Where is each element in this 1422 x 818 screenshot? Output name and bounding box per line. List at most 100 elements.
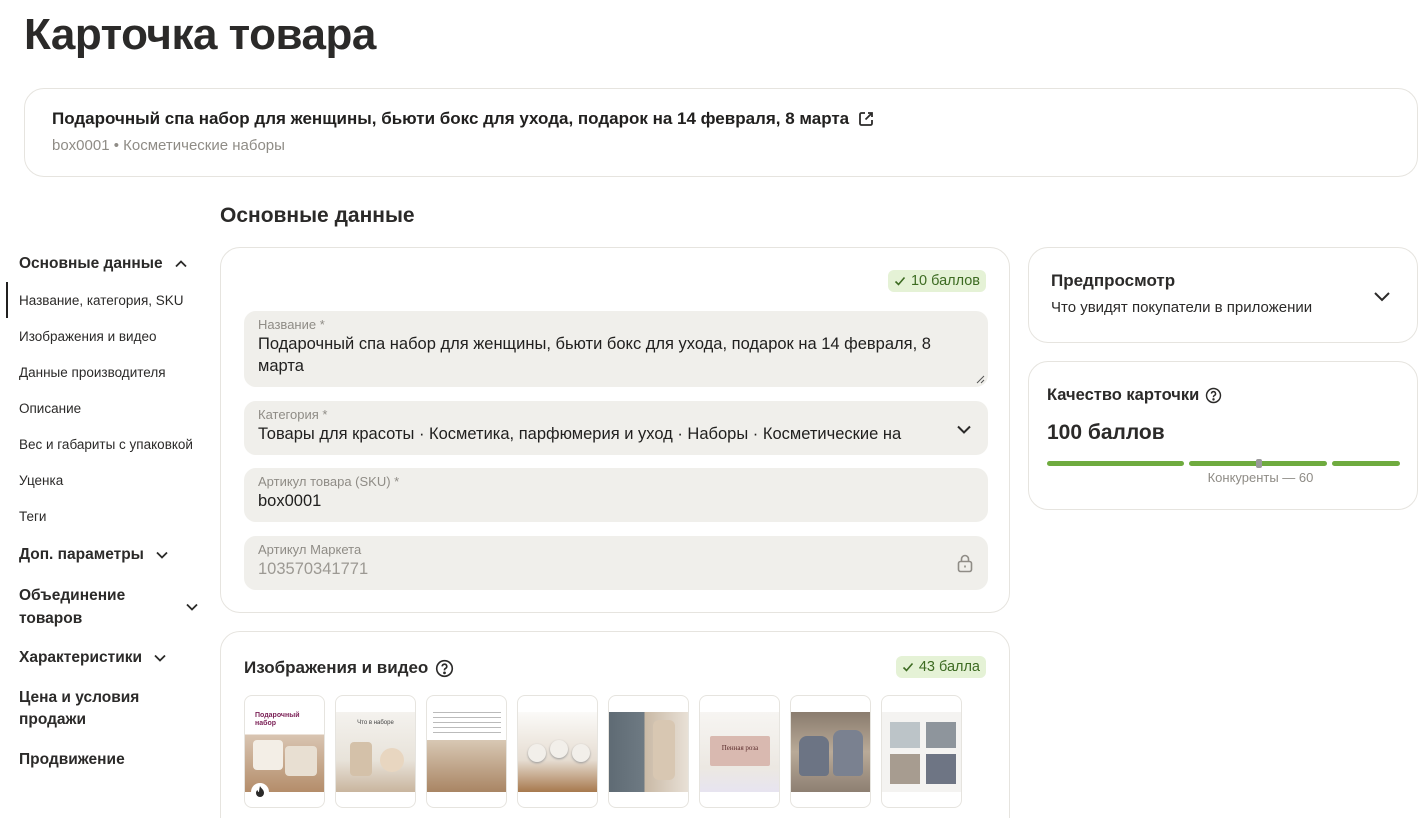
collage-tile: [926, 722, 956, 748]
media-card-title: Изображения и видео: [244, 658, 429, 677]
ball-shape: [572, 744, 590, 762]
media-card: Изображения и видео 43 балла Подарочный …: [220, 631, 1010, 818]
nav-group-extra-params[interactable]: Доп. параметры: [6, 534, 206, 576]
sku-field-label: Артикул товара (SKU) *: [258, 474, 400, 489]
competitors-marker: [1256, 459, 1262, 468]
nav-group-basic-data[interactable]: Основные данные: [6, 246, 206, 282]
soap-label: Пенная роза: [721, 744, 759, 752]
competitors-label: Конкуренты — 60: [1207, 470, 1314, 485]
quality-title: Качество карточки: [1047, 386, 1200, 404]
market-sku-field-value: 103570341771: [258, 560, 369, 578]
salt-jar-photo-icon: [609, 712, 688, 792]
nav-group-label[interactable]: Доп. параметры: [19, 546, 144, 564]
collage-tile: [890, 754, 920, 784]
thumbnail-caption: Подарочный набор: [255, 712, 300, 727]
text-block: [433, 712, 501, 736]
thumbnail-3[interactable]: [426, 695, 507, 808]
nav-item-tags[interactable]: Теги: [6, 498, 206, 534]
thumbnail-7[interactable]: [790, 695, 871, 808]
quality-score: 100 баллов: [1047, 421, 1165, 444]
chevron-down-icon[interactable]: [954, 419, 974, 439]
jars-photo-icon: [427, 740, 506, 792]
nav-group-promotion[interactable]: Продвижение: [6, 740, 206, 780]
chevron-down-icon[interactable]: [152, 650, 168, 666]
thumbnail-2[interactable]: Что в наборе: [335, 695, 416, 808]
media-score-badge: 43 балла: [895, 656, 986, 678]
chevron-up-icon[interactable]: [173, 256, 189, 272]
collage-tile: [926, 754, 956, 784]
nav-item-images-video[interactable]: Изображения и видео: [6, 318, 206, 354]
thumbnail-8[interactable]: [881, 695, 962, 808]
thumbnail-6[interactable]: Пенная роза: [699, 695, 780, 808]
jar-shape: [653, 720, 675, 780]
preview-card[interactable]: Предпросмотр Что увидят покупатели в при…: [1028, 247, 1418, 343]
quality-bar-segment-1: [1047, 461, 1184, 466]
nav-group-label[interactable]: Основные данные: [19, 255, 163, 273]
nav-group-label[interactable]: Продвижение: [19, 751, 125, 769]
thumbnail-strip: Подарочный набор Что в наборе Пенная роз…: [244, 695, 962, 808]
thumbnail-5[interactable]: [608, 695, 689, 808]
ball-shape: [380, 748, 404, 772]
nav-item-weight-dimensions[interactable]: Вес и габариты с упаковкой: [6, 426, 206, 462]
nav-group-price[interactable]: Цена и условия продажи: [6, 678, 206, 740]
check-icon: [894, 276, 906, 286]
category-field-value[interactable]: Товары для красоты · Косметика, парфюмер…: [258, 423, 948, 445]
resize-handle-icon[interactable]: [975, 374, 985, 384]
thumbnail-caption: Что в наборе: [357, 720, 394, 726]
market-sku-field: Артикул Маркета 103570341771: [244, 536, 988, 590]
market-sku-field-label: Артикул Маркета: [258, 542, 362, 557]
sku-field-value[interactable]: box0001: [258, 490, 974, 512]
ball-shape: [528, 744, 546, 762]
quality-card: Качество карточки 100 баллов Конкуренты …: [1028, 361, 1418, 510]
name-field-label: Название *: [258, 317, 325, 332]
lock-icon: [957, 554, 973, 573]
product-name[interactable]: Подарочный спа набор для женщины, бьюти …: [52, 109, 849, 129]
nav-group-label[interactable]: Характеристики: [19, 649, 142, 667]
ball-shape: [550, 740, 568, 758]
nav-group-characteristics[interactable]: Характеристики: [6, 638, 206, 678]
check-icon: [902, 662, 913, 672]
sidebar-nav: Основные данные Название, категория, SKU…: [6, 246, 206, 780]
sku-field[interactable]: Артикул товара (SKU) * box0001: [244, 468, 988, 522]
product-meta: box0001 • Косметические наборы: [52, 137, 285, 154]
category-field-label: Категория *: [258, 407, 328, 422]
name-field[interactable]: Название * Подарочный спа набор для женщ…: [244, 311, 988, 387]
product-name-link[interactable]: Подарочный спа набор для женщины, бьюти …: [52, 109, 1390, 129]
nav-group-merge-products[interactable]: Объединение товаров: [6, 576, 206, 638]
media-card-header: Изображения и видео: [244, 658, 454, 678]
fire-icon: [251, 783, 269, 801]
quality-header: Качество карточки: [1047, 386, 1222, 405]
chevron-down-icon[interactable]: [154, 547, 170, 563]
quality-bar-segment-3: [1332, 461, 1400, 466]
category-field[interactable]: Категория * Товары для красоты · Космети…: [244, 401, 988, 455]
media-score-badge-text: 43 балла: [918, 659, 980, 675]
chevron-down-icon[interactable]: [1371, 285, 1393, 307]
help-icon[interactable]: [1205, 387, 1222, 404]
nav-item-description[interactable]: Описание: [6, 390, 206, 426]
sachet-shape: [799, 736, 829, 776]
help-icon[interactable]: [435, 659, 454, 678]
nav-item-manufacturer[interactable]: Данные производителя: [6, 354, 206, 390]
nav-item-markdown[interactable]: Уценка: [6, 462, 206, 498]
box-shape: [285, 746, 317, 776]
score-badge: 10 баллов: [887, 270, 986, 292]
basic-data-card: 10 баллов Название * Подарочный спа набо…: [220, 247, 1010, 613]
chevron-down-icon[interactable]: [184, 599, 200, 615]
preview-subtitle: Что увидят покупатели в приложении: [1051, 299, 1313, 316]
sachet-shape: [833, 730, 863, 776]
name-field-value[interactable]: Подарочный спа набор для женщины, бьюти …: [258, 333, 974, 377]
thumbnail-4[interactable]: [517, 695, 598, 808]
nav-group-label[interactable]: Объединение товаров: [19, 584, 149, 630]
nav-group-label[interactable]: Цена и условия продажи: [19, 687, 159, 731]
preview-title: Предпросмотр: [1051, 271, 1176, 290]
page-title: Карточка товара: [24, 10, 376, 59]
product-header: Подарочный спа набор для женщины, бьюти …: [24, 88, 1418, 177]
score-badge-text: 10 баллов: [910, 273, 980, 289]
section-title: Основные данные: [220, 204, 415, 227]
collage-tile: [890, 722, 920, 748]
jar-shape: [350, 742, 372, 776]
thumbnail-1[interactable]: Подарочный набор: [244, 695, 325, 808]
nav-item-name-category-sku[interactable]: Название, категория, SKU: [6, 282, 206, 318]
external-link-icon[interactable]: [857, 110, 875, 128]
jar-shape: [253, 740, 283, 770]
